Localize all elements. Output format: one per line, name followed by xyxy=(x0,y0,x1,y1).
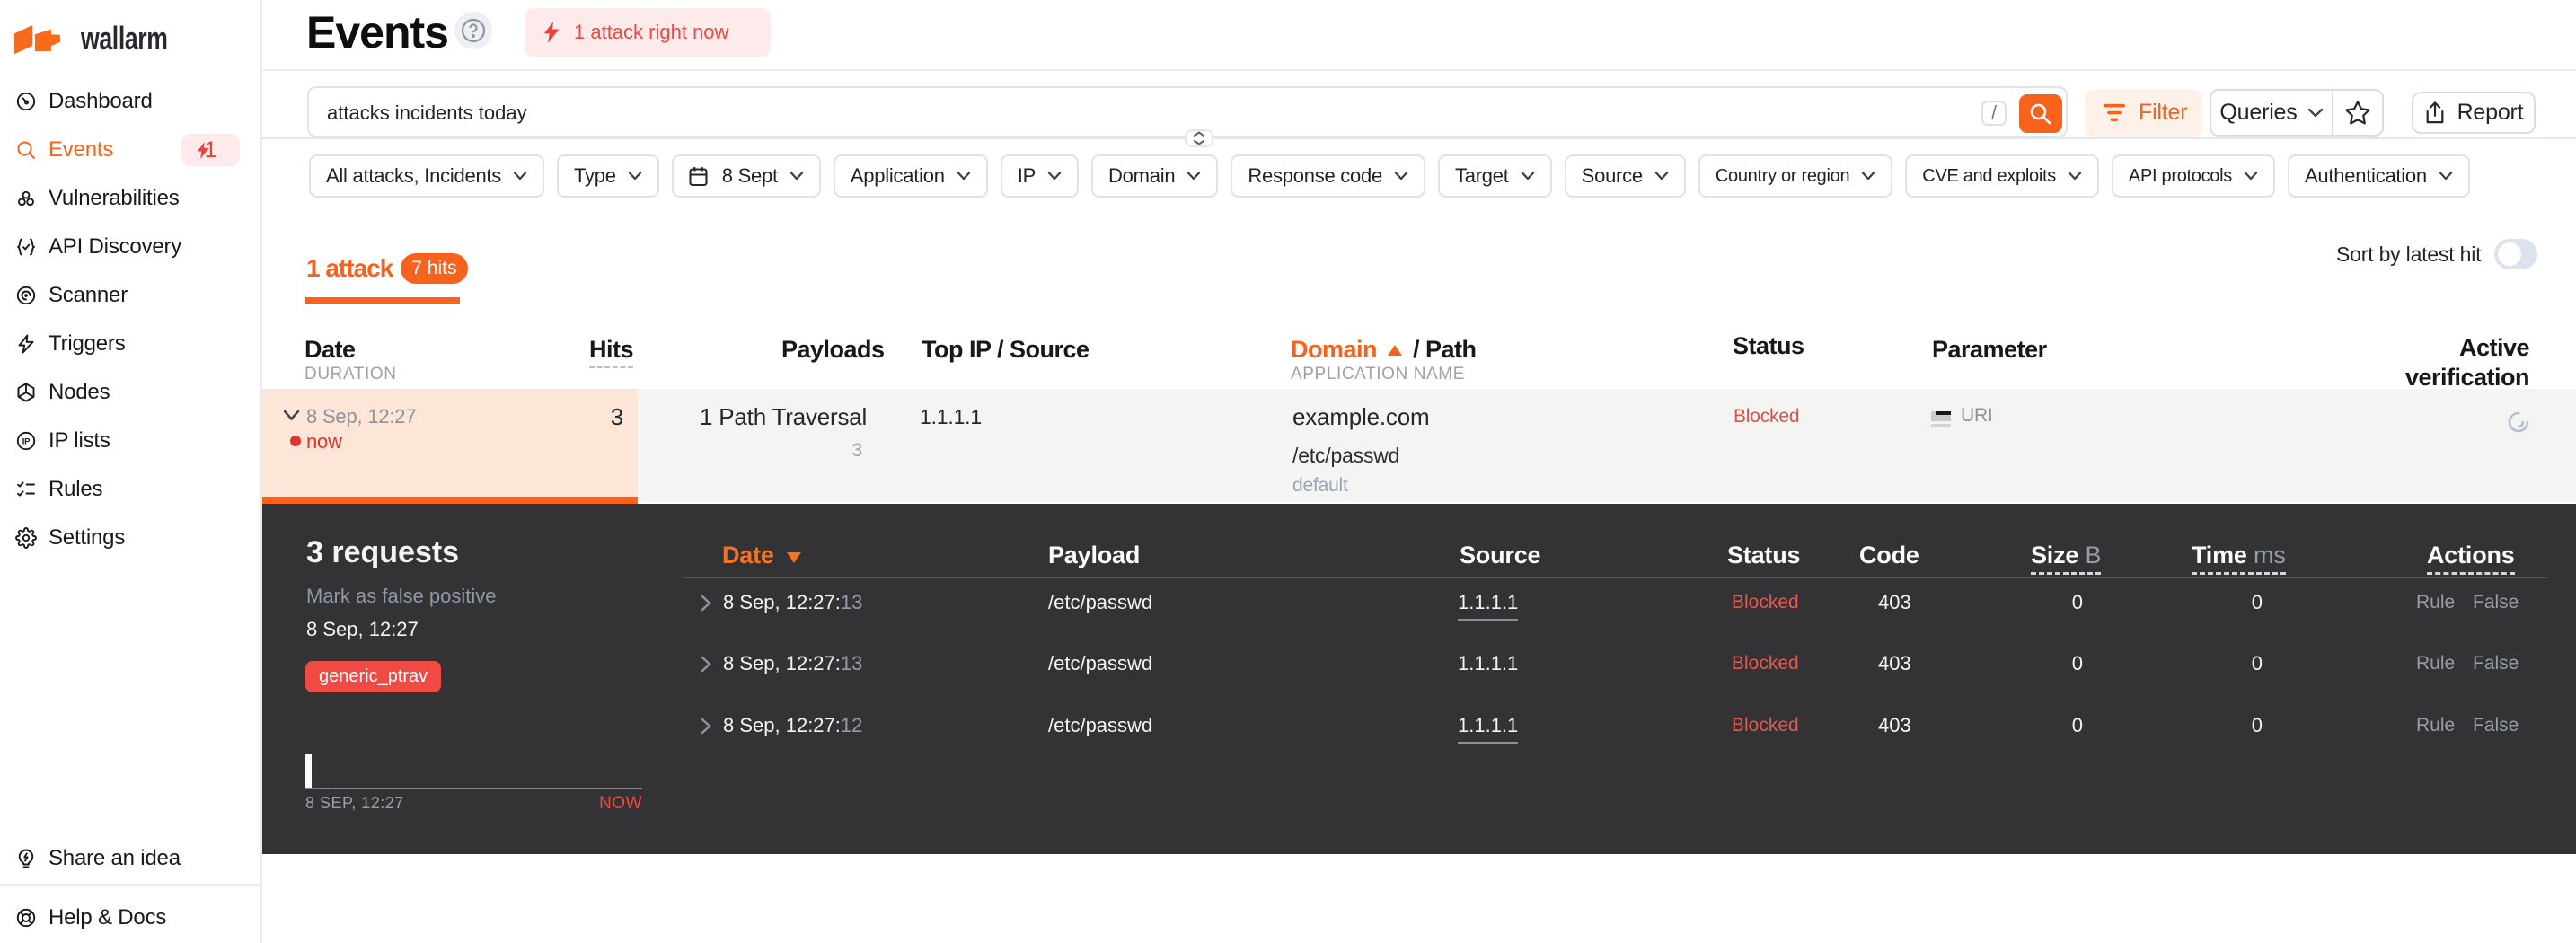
svg-text:IP: IP xyxy=(22,437,31,447)
